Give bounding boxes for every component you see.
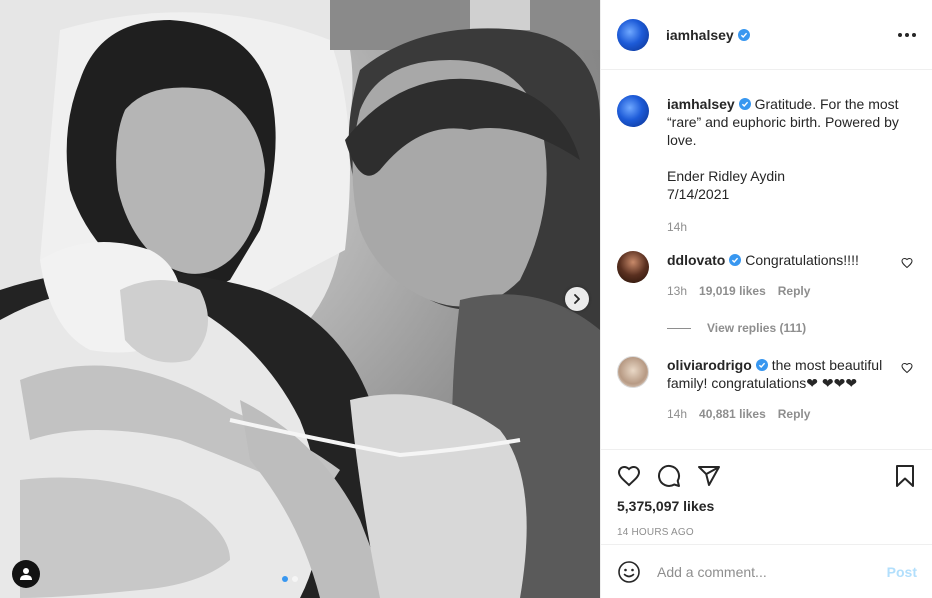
- carousel-dot: [282, 576, 288, 582]
- comment-meta: 13h 19,019 likes Reply: [667, 282, 887, 300]
- next-photo-button[interactable]: [565, 287, 589, 311]
- user-tags-button[interactable]: [12, 560, 40, 588]
- heart-icon: [617, 465, 641, 487]
- caption-body: iamhalsey Gratitude. For the most “rare”…: [667, 95, 917, 236]
- emoji-button[interactable]: [617, 560, 641, 584]
- like-button[interactable]: [617, 464, 641, 488]
- share-button[interactable]: [697, 464, 721, 488]
- replies-divider: [667, 327, 691, 329]
- user-tag-icon: [20, 568, 32, 580]
- action-icons-row: [617, 450, 917, 498]
- like-count[interactable]: 5,375,097 likes: [617, 498, 917, 514]
- caption-time: 14h: [667, 220, 688, 234]
- caption-line-3: 7/14/2021: [667, 186, 730, 202]
- comment-avatar[interactable]: [617, 356, 649, 388]
- post-actions: 5,375,097 likes 14 HOURS AGO: [601, 449, 932, 538]
- comment-body: oliviarodrigo the most beautiful family!…: [667, 356, 889, 423]
- comment-time[interactable]: 13h: [667, 282, 687, 300]
- post-comment-button[interactable]: Post: [887, 564, 917, 580]
- caption-username[interactable]: iamhalsey: [667, 96, 735, 112]
- author-avatar[interactable]: [617, 18, 649, 51]
- comment-text: Congratulations!!!!: [745, 252, 859, 268]
- verified-badge-icon: [737, 28, 750, 41]
- verified-badge-icon: [738, 98, 751, 110]
- emoji-icon: [618, 560, 640, 583]
- reply-button[interactable]: Reply: [778, 282, 811, 300]
- more-options-icon: [912, 32, 916, 37]
- view-replies-label[interactable]: View replies (111): [707, 321, 806, 335]
- comment-avatar[interactable]: [617, 251, 649, 283]
- view-replies-button[interactable]: View replies (111): [667, 321, 932, 335]
- verified-badge-icon: [755, 359, 768, 371]
- post-caption: iamhalsey Gratitude. For the most “rare”…: [601, 71, 932, 236]
- reply-button[interactable]: Reply: [778, 405, 811, 423]
- comment-icon: [658, 464, 681, 487]
- photo-scene: [0, 0, 600, 598]
- comment-meta: 14h 40,881 likes Reply: [667, 405, 889, 423]
- post-timestamp[interactable]: 14 HOURS AGO: [617, 527, 917, 538]
- carousel-dot: [292, 576, 298, 582]
- comment-button[interactable]: [657, 464, 681, 488]
- comment-likes[interactable]: 19,019 likes: [699, 282, 766, 300]
- more-options-icon: [898, 32, 902, 37]
- more-options-icon: [905, 32, 909, 37]
- comments-list[interactable]: iamhalsey Gratitude. For the most “rare”…: [601, 71, 932, 449]
- save-button[interactable]: [893, 464, 917, 488]
- more-options-button[interactable]: [898, 32, 916, 37]
- comment-item: oliviarodrigo the most beautiful family!…: [601, 356, 932, 423]
- chevron-right-icon: [574, 294, 580, 304]
- verified-badge-icon: [729, 254, 742, 266]
- comment-time[interactable]: 14h: [667, 405, 687, 423]
- comment-likes[interactable]: 40,881 likes: [699, 405, 766, 423]
- comment-like-icon[interactable]: [901, 257, 913, 269]
- post-photo[interactable]: [0, 0, 600, 598]
- post-header: iamhalsey: [601, 0, 932, 70]
- post-side-panel: iamhalsey iamhalsey Gratitude. For the m…: [600, 0, 932, 598]
- comment-item: ddlovato Congratulations!!!! 13h 19,019 …: [601, 251, 932, 300]
- add-comment-bar: Post: [601, 544, 932, 598]
- comment-like-icon[interactable]: [901, 362, 913, 374]
- author-username[interactable]: iamhalsey: [666, 27, 750, 43]
- author-username-text[interactable]: iamhalsey: [666, 27, 734, 43]
- comment-username[interactable]: ddlovato: [667, 252, 725, 268]
- caption-avatar[interactable]: [617, 95, 649, 127]
- caption-line-2: Ender Ridley Aydin: [667, 168, 786, 184]
- share-icon: [698, 466, 720, 486]
- comment-username[interactable]: oliviarodrigo: [667, 357, 752, 373]
- comment-body: ddlovato Congratulations!!!! 13h 19,019 …: [667, 251, 887, 300]
- add-comment-input[interactable]: [657, 563, 887, 580]
- carousel-dots: [282, 576, 298, 582]
- bookmark-icon: [896, 465, 914, 487]
